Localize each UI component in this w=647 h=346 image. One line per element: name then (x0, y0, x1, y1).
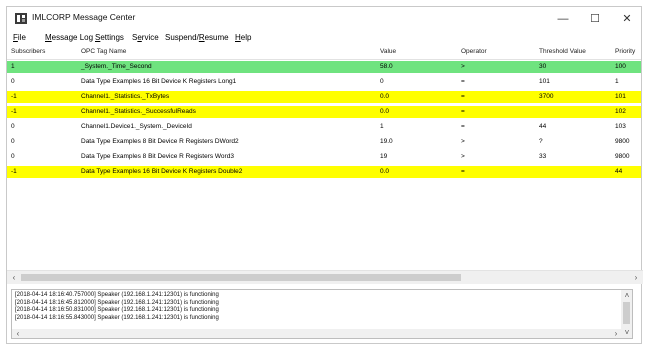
table-row[interactable]: 0 Data Type Examples 8 Bit Device R Regis… (7, 151, 641, 163)
cell-value: 19.0 (380, 138, 393, 145)
cell-opc-tag: Channel1._Statistics._TxBytes (81, 93, 170, 100)
log-lines: [2018-04-14 18:16:40.757000] Speaker (19… (15, 292, 219, 322)
grid-header: Subscribers OPC Tag Name Value Operator … (7, 45, 641, 60)
menu-service[interactable]: Service (132, 33, 159, 42)
table-row[interactable]: 0 Data Type Examples 8 Bit Device R Regis… (7, 136, 641, 148)
cell-value: 1 (380, 123, 384, 130)
cell-threshold: 101 (539, 78, 550, 85)
log-entry: [2018-04-14 18:16:50.831000] Speaker (19… (15, 307, 219, 313)
scroll-up-icon[interactable]: ˄ (621, 290, 633, 301)
message-log[interactable]: [2018-04-14 18:16:40.757000] Speaker (19… (11, 289, 633, 339)
cell-subscribers: 0 (11, 123, 15, 130)
cell-priority: 103 (615, 123, 626, 130)
cell-opc-tag: Data Type Examples 8 Bit Device R Regist… (81, 153, 234, 160)
cell-operator: = (461, 93, 465, 100)
log-vertical-scrollbar[interactable]: ˄ ˅ (621, 290, 632, 338)
cell-value: 0 (380, 78, 384, 85)
log-entry: [2018-04-14 18:16:55.843000] Speaker (19… (15, 314, 219, 321)
cell-subscribers: 0 (11, 78, 15, 85)
log-entry: [2018-04-14 18:16:40.757000] Speaker (19… (15, 292, 219, 298)
cell-subscribers: 1 (11, 63, 15, 70)
col-value[interactable]: Value (380, 48, 396, 55)
table-row[interactable]: -1 Channel1._Statistics._SuccessfulReads 0… (7, 106, 641, 118)
menu-help[interactable]: Help (235, 33, 251, 42)
cell-threshold: ? (539, 138, 543, 145)
col-priority[interactable]: Priority (615, 48, 635, 55)
cell-priority: 102 (615, 108, 626, 115)
menu-suspend-resume[interactable]: Suspend/Resume (165, 33, 229, 42)
cell-threshold: 33 (539, 153, 547, 160)
table-row[interactable]: 1 _System._Time_Second 58.0 >30 100 (7, 61, 641, 73)
cell-priority: 44 (615, 168, 623, 175)
log-entry: [2018-04-14 18:16:45.812000] Speaker (19… (15, 299, 219, 306)
cell-operator: > (461, 63, 465, 70)
app-logo-icon (15, 13, 27, 24)
menu-file[interactable]: File (13, 33, 26, 42)
log-horizontal-scrollbar[interactable]: ‹ › (12, 329, 622, 338)
cell-priority: 101 (615, 93, 626, 100)
col-operator[interactable]: Operator (461, 48, 487, 55)
log-scroll-left-icon[interactable]: ‹ (12, 328, 24, 339)
scroll-right-icon[interactable]: › (630, 272, 642, 283)
window-title: IMLCORP Message Center (32, 12, 136, 22)
cell-subscribers: -1 (11, 108, 17, 115)
cell-operator: = (461, 168, 465, 175)
col-subscribers[interactable]: Subscribers (11, 48, 45, 55)
cell-subscribers: -1 (11, 93, 17, 100)
cell-operator: > (461, 138, 465, 145)
menu-settings[interactable]: Settings (95, 33, 124, 42)
cell-value: 0.0 (380, 108, 390, 115)
table-row[interactable]: -1 Data Type Examples 16 Bit Device K Reg… (7, 166, 641, 178)
cell-priority: 100 (615, 63, 626, 70)
cell-operator: > (461, 153, 465, 160)
col-threshold[interactable]: Threshold Value (539, 48, 586, 55)
scroll-thumb[interactable] (21, 274, 461, 281)
table-row[interactable]: -1 Channel1._Statistics._TxBytes 0.0 = 3700 1… (7, 91, 641, 103)
cell-threshold: 30 (539, 63, 547, 70)
cell-threshold: 3700 (539, 93, 554, 100)
menu-bar: File Message Log Settings Service Suspend/Re… (7, 31, 641, 45)
maximize-button[interactable]: ☐ (579, 9, 611, 29)
cell-opc-tag: _System._Time_Second (81, 63, 152, 70)
cell-opc-tag: Channel1.Device1._System._DeviceId (81, 123, 192, 130)
cell-operator: = (461, 108, 465, 115)
title-bar[interactable]: IMLCORP Message Center — ☐ ✕ (7, 7, 641, 31)
table-row[interactable]: 0 Channel1.Device1._System._DeviceId 1 = 44 1… (7, 121, 641, 133)
table-row[interactable]: 0 Data Type Examples 16 Bit Device K Regi… (7, 76, 641, 88)
cell-priority: 9800 (615, 153, 630, 160)
close-button[interactable]: ✕ (611, 9, 643, 29)
cell-value: 19 (380, 153, 388, 160)
cell-opc-tag: Data Type Examples 16 Bit Device K Regis… (81, 78, 237, 85)
cell-value: 0.0 (380, 93, 390, 100)
cell-value: 58.0 (380, 63, 393, 70)
grid-horizontal-scrollbar[interactable]: ‹ › (7, 270, 643, 284)
cell-priority: 9800 (615, 138, 630, 145)
cell-subscribers: -1 (11, 168, 17, 175)
cell-opc-tag: Data Type Examples 8 Bit Device R Regist… (81, 138, 239, 145)
menu-message-log[interactable]: Message Log (45, 33, 93, 42)
app-window: IMLCORP Message Center — ☐ ✕ File Message… (6, 6, 643, 344)
scroll-left-icon[interactable]: ‹ (8, 272, 20, 283)
cell-operator: = (461, 78, 465, 85)
minimize-button[interactable]: — (547, 9, 579, 29)
cell-priority: 1 (615, 78, 619, 85)
log-scroll-thumb[interactable] (623, 302, 630, 324)
cell-operator: = (461, 123, 465, 130)
cell-subscribers: 0 (11, 138, 15, 145)
cell-subscribers: 0 (11, 153, 15, 160)
cell-opc-tag: Channel1._Statistics._SuccessfulReads (81, 108, 196, 115)
cell-threshold: 44 (539, 123, 547, 130)
col-opc-tag-name[interactable]: OPC Tag Name (81, 48, 126, 55)
log-scroll-right-icon[interactable]: › (610, 328, 622, 339)
cell-opc-tag: Data Type Examples 16 Bit Device K Regis… (81, 168, 243, 175)
cell-value: 0.0 (380, 168, 390, 175)
scroll-down-icon[interactable]: ˅ (621, 327, 633, 338)
